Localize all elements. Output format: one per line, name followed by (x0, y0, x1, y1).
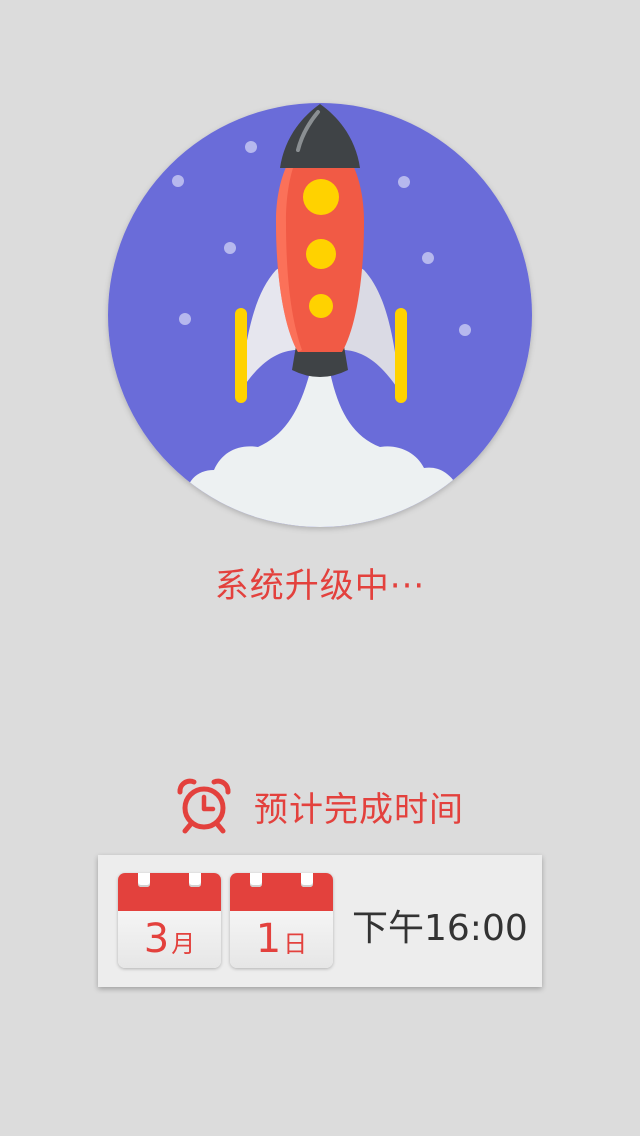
upgrade-status-text: 系统升级中··· (214, 566, 426, 606)
rocket-launch-illustration (108, 103, 532, 527)
star (245, 141, 257, 153)
calendar-icon-month: 3 月 (118, 873, 221, 968)
star (459, 324, 471, 336)
eta-header: 预计完成时间 (0, 776, 640, 836)
star (179, 313, 191, 325)
rocket-porthole (303, 179, 339, 215)
rocket-porthole (309, 294, 333, 318)
calendar-icon-day: 1 日 (230, 873, 333, 968)
star (224, 242, 236, 254)
rocket-strut-left (235, 308, 247, 403)
eta-day-unit: 日 (283, 930, 308, 958)
eta-month-unit: 月 (171, 930, 196, 958)
star (422, 252, 434, 264)
rocket-porthole (306, 239, 336, 269)
rocket-strut-right (395, 308, 407, 403)
eta-day-number: 1 (255, 916, 282, 962)
eta-label: 预计完成时间 (254, 789, 464, 830)
eta-date-card: 3 月 1 日 下午16:00 (98, 855, 542, 987)
eta-month-number: 3 (143, 916, 170, 962)
eta-day: 1 日 (230, 911, 333, 968)
star (398, 176, 410, 188)
eta-month: 3 月 (118, 911, 221, 968)
alarm-clock-icon (177, 778, 231, 834)
star (172, 175, 184, 187)
eta-time: 下午16:00 (352, 908, 528, 949)
